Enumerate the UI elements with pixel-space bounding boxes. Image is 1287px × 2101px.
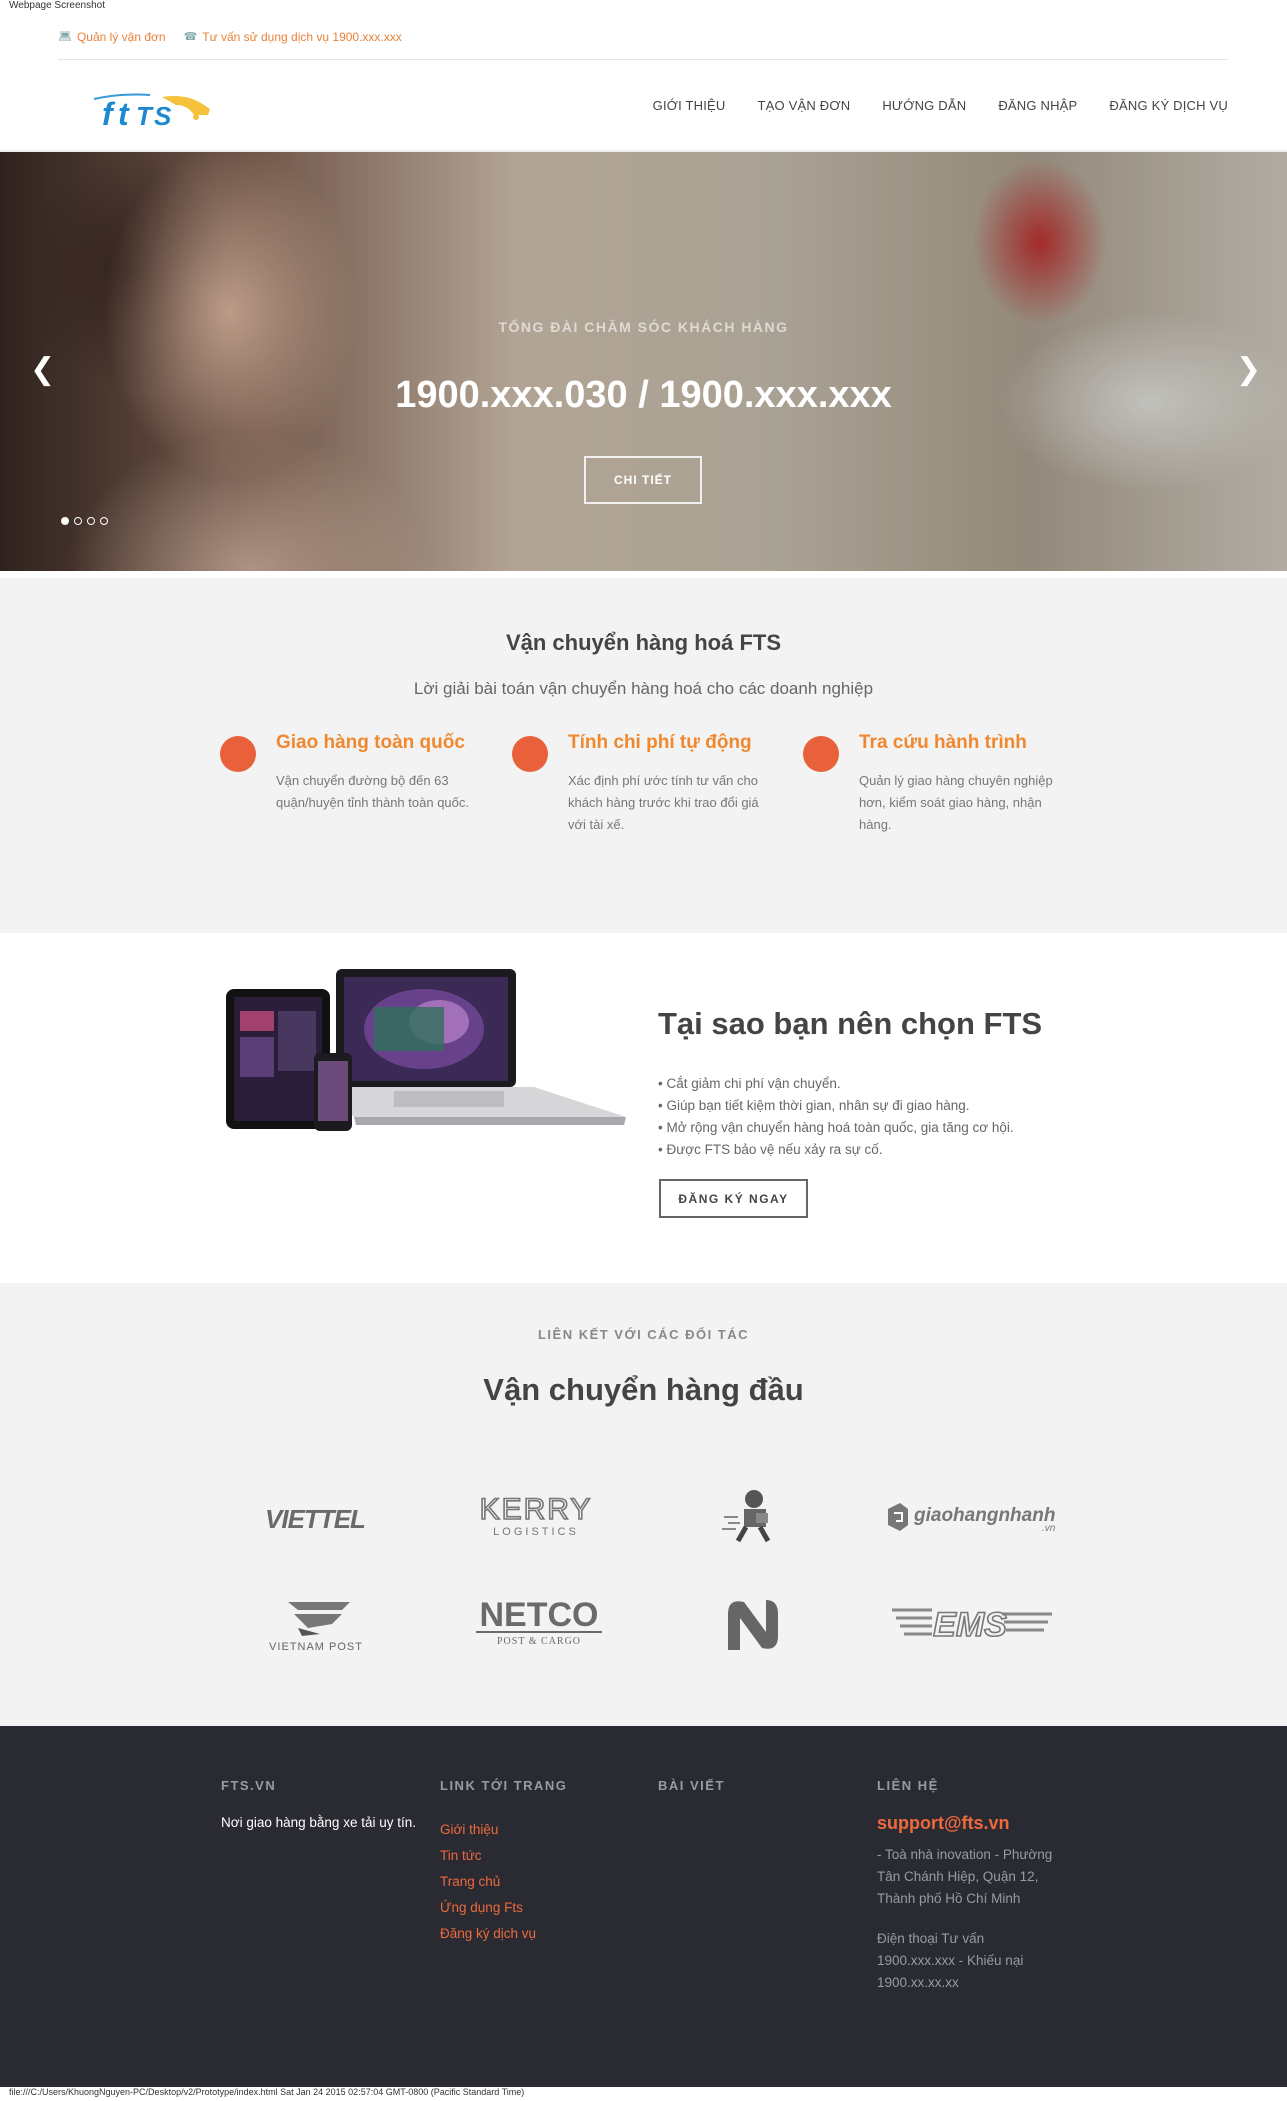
svg-text:f: f	[102, 96, 116, 132]
partner-logo-text: VIETNAM POST	[269, 1641, 363, 1653]
partners-title: Vận chuyển hàng đầu	[483, 1372, 804, 1407]
chevron-right-icon[interactable]: ❯	[1236, 352, 1261, 387]
services-subtitle: Lời giải bài toán vận chuyển hàng hoá ch…	[413, 679, 874, 698]
partner-logo-text: giaohangnhanh	[913, 1505, 1055, 1526]
footer-phone: Điện thoại Tư vấn 1900.xxx.xxx - Khiếu n…	[877, 1931, 1024, 1990]
slider-dots	[61, 517, 108, 525]
slider-dot[interactable]	[100, 517, 108, 525]
footer-address: - Toà nhà inovation - Phường Tân Chánh H…	[877, 1847, 1053, 1906]
footer-col-links: LINK TỚI TRANG Giới thiệu Tin tức Trang …	[440, 1778, 567, 1947]
footer-heading: LIÊN HỆ	[877, 1778, 939, 1793]
partner-logo-text: NETCO	[480, 1596, 599, 1634]
phone-icon: ☎	[183, 31, 198, 43]
partners-section: LIÊN KẾT VỚI CÁC ĐỐI TÁC Vận chuyển hàng…	[0, 1283, 1287, 1726]
partner-logo-subtext: POST & CARGO	[497, 1636, 581, 1647]
footer-link-list: Giới thiệu Tin tức Trang chủ Ứng dụng Ft…	[440, 1817, 567, 1947]
nav-item-login[interactable]: ĐĂNG NHẬP	[998, 98, 1077, 113]
why-list: Cắt giảm chi phí vận chuyển. Giúp bạn ti…	[658, 1073, 1014, 1161]
footer-col-about: FTS.VN Nơi giao hàng bằng xe tải uy tín.	[221, 1778, 416, 1830]
slider-dot[interactable]	[87, 517, 95, 525]
laptop-icon: 💻︎	[58, 31, 72, 43]
footer-email-link[interactable]: support@fts.vn	[877, 1813, 1077, 1834]
nav-item-register[interactable]: ĐĂNG KÝ DỊCH VỤ	[1109, 98, 1228, 113]
partner-logo-text: VIETTEL	[265, 1504, 365, 1534]
partner-logo-kerry: KERRY LOGISTICS	[458, 1491, 614, 1541]
partner-logo-netco: NETCO POST & CARGO	[466, 1594, 612, 1650]
partners-kicker: LIÊN KẾT VỚI CÁC ĐỐI TÁC	[537, 1327, 750, 1342]
why-title: Tại sao bạn nên chọn FTS	[658, 1006, 1043, 1041]
footer-tagline: Nơi giao hàng bằng xe tải uy tín.	[221, 1815, 416, 1830]
why-list-item: Giúp bạn tiết kiệm thời gian, nhân sự đi…	[658, 1095, 1014, 1117]
footer-link[interactable]: Tin tức	[440, 1843, 567, 1869]
feature-title: Tra cứu hành trình	[859, 732, 1027, 753]
register-now-button[interactable]: ĐĂNG KÝ NGAY	[659, 1179, 808, 1218]
svg-text:t: t	[118, 96, 130, 132]
hero-slider: TỔNG ĐÀI CHĂM SÓC KHÁCH HÀNG 1900.xxx.03…	[0, 152, 1287, 571]
feature-circle-icon	[803, 736, 839, 772]
partner-logo-vietnam-post: VIETNAM POST	[258, 1594, 374, 1654]
feature-title: Giao hàng toàn quốc	[276, 732, 465, 753]
hero-detail-button[interactable]: CHI TIẾT	[584, 456, 702, 504]
services-section: Vận chuyển hàng hoá FTS Lời giải bài toá…	[0, 578, 1287, 933]
footer-heading: LINK TỚI TRANG	[440, 1778, 568, 1793]
footer-link[interactable]: Trang chủ	[440, 1869, 567, 1895]
fts-logo[interactable]: f t T S	[92, 87, 214, 133]
why-list-item: Cắt giảm chi phí vận chuyển.	[658, 1073, 1014, 1095]
feature-circle-icon	[512, 736, 548, 772]
site-footer: FTS.VN Nơi giao hàng bằng xe tải uy tín.…	[0, 1726, 1287, 2087]
feature-desc: Xác định phí ước tính tư vấn cho khách h…	[568, 773, 759, 832]
slider-dot[interactable]	[74, 517, 82, 525]
feature-desc: Quản lý giao hàng chuyên nghiệp hơn, kiể…	[859, 773, 1053, 832]
footer-col-contact: LIÊN HỆ support@fts.vn - Toà nhà inovati…	[877, 1778, 1077, 1994]
footer-heading: FTS.VN	[221, 1778, 277, 1793]
devices-image	[224, 967, 626, 1137]
footer-col-posts: BÀI VIẾT	[658, 1778, 725, 1793]
hero-title: 1900.xxx.030 / 1900.xxx.xxx	[395, 374, 892, 416]
hero-kicker: TỔNG ĐÀI CHĂM SÓC KHÁCH HÀNG	[498, 319, 789, 335]
footer-link[interactable]: Đăng ký dịch vụ	[440, 1921, 567, 1947]
support-hotline-label: Tư vấn sử dụng dịch vụ 1900.xxx.xxx	[202, 30, 402, 44]
why-list-item: Mở rộng vận chuyển hàng hoá toàn quốc, g…	[658, 1117, 1013, 1139]
partner-logo-ems: EMS	[892, 1602, 1052, 1646]
partner-logo-text: EMS	[933, 1606, 1007, 1644]
feature-title: Tính chi phí tự động	[568, 732, 752, 753]
footer-heading: BÀI VIẾT	[658, 1778, 725, 1793]
screenshot-caption: Webpage Screenshot	[9, 0, 105, 11]
support-hotline[interactable]: ☎ Tư vấn sử dụng dịch vụ 1900.xxx.xxx	[184, 30, 402, 59]
why-list-item: Được FTS bảo vệ nếu xảy ra sự cố.	[658, 1139, 1014, 1161]
manage-orders-label: Quản lý vận đơn	[76, 30, 166, 44]
partner-logo-giaohangnhanh: giaohangnhanh .vn	[884, 1497, 1060, 1537]
manage-orders-link[interactable]: 💻︎ Quản lý vận đơn	[58, 30, 166, 59]
main-nav: GIỚI THIỆU TẠO VẬN ĐƠN HƯỚNG DẪN ĐĂNG NH…	[653, 98, 1228, 113]
svg-text:T: T	[136, 101, 154, 131]
feature-circle-icon	[220, 736, 256, 772]
nav-item-create-order[interactable]: TẠO VẬN ĐƠN	[758, 98, 851, 113]
footer-link[interactable]: Giới thiệu	[440, 1817, 567, 1843]
nav-item-guide[interactable]: HƯỚNG DẪN	[882, 98, 966, 113]
partner-logo-courier	[720, 1487, 786, 1547]
why-section: Tại sao bạn nên chọn FTS Cắt giảm chi ph…	[0, 933, 1287, 1283]
svg-text:S: S	[154, 101, 172, 131]
partner-logo-subtext: .vn	[1042, 1523, 1056, 1534]
services-title: Vận chuyển hàng hoá FTS	[505, 630, 782, 655]
hero-overlay	[0, 152, 1287, 571]
partner-logo-n	[720, 1592, 786, 1658]
top-utility-bar: 💻︎ Quản lý vận đơn ☎ Tư vấn sử dụng dịch…	[58, 30, 1228, 60]
slider-dot[interactable]	[61, 517, 69, 525]
chevron-left-icon[interactable]: ❮	[30, 352, 55, 387]
screenshot-footer-caption: file:///C:/Users/KhuongNguyen-PC/Desktop…	[9, 2087, 525, 2097]
footer-link[interactable]: Ứng dụng Fts	[440, 1895, 567, 1921]
site-header: f t T S GIỚI THIỆU TẠO VẬN ĐƠN HƯỚNG DẪN…	[0, 61, 1287, 152]
feature-desc: Vận chuyển đường bộ đến 63 quận/huyện tỉ…	[276, 773, 469, 810]
partner-logo-text: KERRY	[480, 1493, 593, 1526]
partner-logo-subtext: LOGISTICS	[493, 1526, 579, 1538]
nav-item-intro[interactable]: GIỚI THIỆU	[653, 98, 726, 113]
partner-logo-viettel: VIETTEL	[232, 1500, 398, 1540]
